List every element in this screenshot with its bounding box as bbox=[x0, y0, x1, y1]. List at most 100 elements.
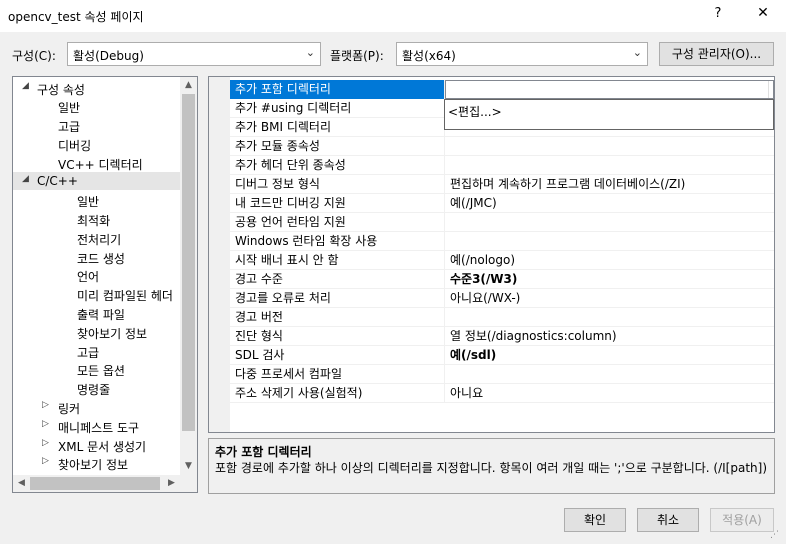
expanded-arrow-icon[interactable]: ◢ bbox=[22, 174, 29, 184]
tree-item[interactable]: 고급 bbox=[13, 116, 180, 134]
property-row[interactable]: 추가 포함 디렉터리 ⌄ bbox=[230, 80, 774, 99]
config-select[interactable]: 활성(Debug) ⌄ bbox=[67, 42, 321, 66]
tree-item-label: 구성 속성 bbox=[37, 83, 85, 97]
tree-item[interactable]: 명령줄 bbox=[13, 379, 180, 397]
property-value[interactable] bbox=[445, 137, 774, 156]
scroll-right-icon[interactable]: ▶ bbox=[163, 475, 180, 492]
scroll-up-icon[interactable]: ▲ bbox=[180, 77, 197, 94]
tree-item[interactable]: 일반 bbox=[13, 97, 180, 115]
chevron-down-icon: ⌄ bbox=[632, 46, 642, 59]
dropdown-option-edit[interactable]: <편집...> bbox=[448, 103, 502, 120]
config-manager-button[interactable]: 구성 관리자(O)... bbox=[659, 42, 774, 66]
value-dropdown-list[interactable]: <편집...> bbox=[444, 99, 774, 130]
property-row[interactable]: 경고를 오류로 처리 아니요(/WX-) bbox=[230, 289, 774, 308]
apply-button[interactable]: 적용(A) bbox=[710, 508, 774, 532]
tree-item-label: 모든 옵션 bbox=[77, 364, 125, 378]
property-value[interactable]: 열 정보(/diagnostics:column) bbox=[445, 327, 774, 346]
property-row[interactable]: 경고 수준 수준3(/W3) bbox=[230, 270, 774, 289]
property-value[interactable] bbox=[445, 80, 774, 99]
scroll-thumb[interactable] bbox=[30, 477, 160, 490]
window-title: opencv_test 속성 페이지 bbox=[8, 10, 144, 24]
tree-item[interactable]: 모든 옵션 bbox=[13, 360, 180, 378]
tree-item[interactable]: 출력 파일 bbox=[13, 304, 180, 322]
property-value[interactable]: 아니요(/WX-) bbox=[445, 289, 774, 308]
property-value[interactable]: 편집하며 계속하기 프로그램 데이터베이스(/ZI) bbox=[445, 175, 774, 194]
tree-item[interactable]: 언어 bbox=[13, 266, 180, 284]
tree-item[interactable]: VC++ 디렉터리 bbox=[13, 154, 180, 172]
property-row[interactable]: 경고 버전 bbox=[230, 308, 774, 327]
tree-item-label: 매니페스트 도구 bbox=[58, 421, 140, 435]
tree-item[interactable]: 찾아보기 정보 bbox=[13, 323, 180, 341]
tree-item[interactable]: ◢ 구성 속성 bbox=[13, 79, 180, 97]
property-name: 시작 배너 표시 안 함 bbox=[230, 251, 445, 270]
property-name: 다중 프로세서 컴파일 bbox=[230, 365, 445, 384]
property-value[interactable]: 수준3(/W3) bbox=[445, 270, 774, 289]
help-icon[interactable]: ? bbox=[708, 6, 728, 26]
tree-item-label: 코드 생성 bbox=[77, 252, 125, 266]
tree-item-label: 고급 bbox=[58, 120, 81, 134]
property-value[interactable] bbox=[445, 365, 774, 384]
property-row[interactable]: SDL 검사 예(/sdl) bbox=[230, 346, 774, 365]
tree-item-label: 일반 bbox=[77, 195, 100, 209]
property-row[interactable]: 주소 삭제기 사용(실험적) 아니요 bbox=[230, 384, 774, 403]
tree-item-label: 찾아보기 정보 bbox=[77, 327, 148, 341]
property-value[interactable] bbox=[445, 213, 774, 232]
tree-horizontal-scrollbar[interactable]: ◀ ▶ bbox=[13, 475, 197, 492]
platform-select[interactable]: 활성(x64) ⌄ bbox=[396, 42, 648, 66]
tree-item[interactable]: ▷ 링커 bbox=[13, 398, 180, 416]
scroll-thumb[interactable] bbox=[182, 94, 195, 431]
tree-item[interactable]: 최적화 bbox=[13, 210, 180, 228]
property-value[interactable] bbox=[445, 308, 774, 327]
tree-item[interactable]: 디버깅 bbox=[13, 135, 180, 153]
tree-item[interactable]: 일반 bbox=[13, 191, 180, 209]
tree-item[interactable]: ▷ 찾아보기 정보 bbox=[13, 454, 180, 472]
expanded-arrow-icon[interactable]: ◢ bbox=[22, 81, 29, 91]
resize-grip-icon[interactable]: ⋰ bbox=[770, 530, 779, 540]
property-row[interactable]: 시작 배너 표시 안 함 예(/nologo) bbox=[230, 251, 774, 270]
property-row[interactable]: 진단 형식 열 정보(/diagnostics:column) bbox=[230, 327, 774, 346]
tree-item[interactable]: ▷ 매니페스트 도구 bbox=[13, 417, 180, 435]
collapsed-arrow-icon[interactable]: ▷ bbox=[42, 438, 49, 448]
tree-item-label: VC++ 디렉터리 bbox=[58, 158, 143, 172]
ok-button[interactable]: 확인 bbox=[564, 508, 626, 532]
property-value[interactable]: 예(/nologo) bbox=[445, 251, 774, 270]
collapsed-arrow-icon[interactable]: ▷ bbox=[42, 419, 49, 429]
property-value[interactable] bbox=[445, 156, 774, 175]
property-name: Windows 런타임 확장 사용 bbox=[230, 232, 445, 251]
property-row[interactable]: 디버그 정보 형식 편집하며 계속하기 프로그램 데이터베이스(/ZI) bbox=[230, 175, 774, 194]
property-value[interactable] bbox=[445, 232, 774, 251]
cancel-button[interactable]: 취소 bbox=[637, 508, 699, 532]
property-name: 디버그 정보 형식 bbox=[230, 175, 445, 194]
property-value[interactable]: 아니요 bbox=[445, 384, 774, 403]
property-tree[interactable]: ◢ 구성 속성 일반 고급 디버깅 VC++ 디렉터리 ◢ C/C++ 일반 최적화 전처리기 코드 … bbox=[12, 76, 198, 493]
collapsed-arrow-icon[interactable]: ▷ bbox=[42, 400, 49, 410]
tree-item[interactable]: ▷ XML 문서 생성기 bbox=[13, 436, 180, 454]
close-icon[interactable]: ✕ bbox=[748, 5, 778, 27]
scroll-left-icon[interactable]: ◀ bbox=[13, 475, 30, 492]
chevron-down-icon[interactable]: ⌄ bbox=[768, 81, 774, 98]
property-value[interactable]: 예(/sdl) bbox=[445, 346, 774, 365]
property-row[interactable]: 다중 프로세서 컴파일 bbox=[230, 365, 774, 384]
property-row[interactable]: 공용 언어 런타임 지원 bbox=[230, 213, 774, 232]
property-row[interactable]: 추가 모듈 종속성 bbox=[230, 137, 774, 156]
description-panel: 추가 포함 디렉터리 포함 경로에 추가할 하나 이상의 디렉터리를 지정합니다… bbox=[208, 438, 775, 494]
tree-item-label: 전처리기 bbox=[77, 233, 122, 247]
tree-vertical-scrollbar[interactable]: ▲ ▼ bbox=[180, 77, 197, 475]
tree-item[interactable]: 전처리기 bbox=[13, 229, 180, 247]
property-value[interactable]: 예(/JMC) bbox=[445, 194, 774, 213]
property-row[interactable]: 내 코드만 디버깅 지원 예(/JMC) bbox=[230, 194, 774, 213]
platform-select-value: 활성(x64) bbox=[402, 49, 456, 63]
tree-item[interactable]: 미리 컴파일된 헤더 bbox=[13, 285, 180, 303]
collapsed-arrow-icon[interactable]: ▷ bbox=[42, 456, 49, 466]
tree-item[interactable]: 코드 생성 bbox=[13, 248, 180, 266]
property-row[interactable]: Windows 런타임 확장 사용 bbox=[230, 232, 774, 251]
property-name: 경고 버전 bbox=[230, 308, 445, 327]
scroll-down-icon[interactable]: ▼ bbox=[180, 458, 197, 475]
tree-item-label: 최적화 bbox=[77, 214, 111, 228]
property-row[interactable]: 추가 헤더 단위 종속성 bbox=[230, 156, 774, 175]
title-bar: opencv_test 속성 페이지 ? ✕ bbox=[0, 0, 786, 32]
tree-item[interactable]: 고급 bbox=[13, 342, 180, 360]
tree-item[interactable]: ◢ C/C++ bbox=[13, 172, 180, 190]
config-label: 구성(C): bbox=[12, 49, 56, 63]
description-text: 포함 경로에 추가할 하나 이상의 디렉터리를 지정합니다. 항목이 여러 개일… bbox=[215, 461, 768, 475]
